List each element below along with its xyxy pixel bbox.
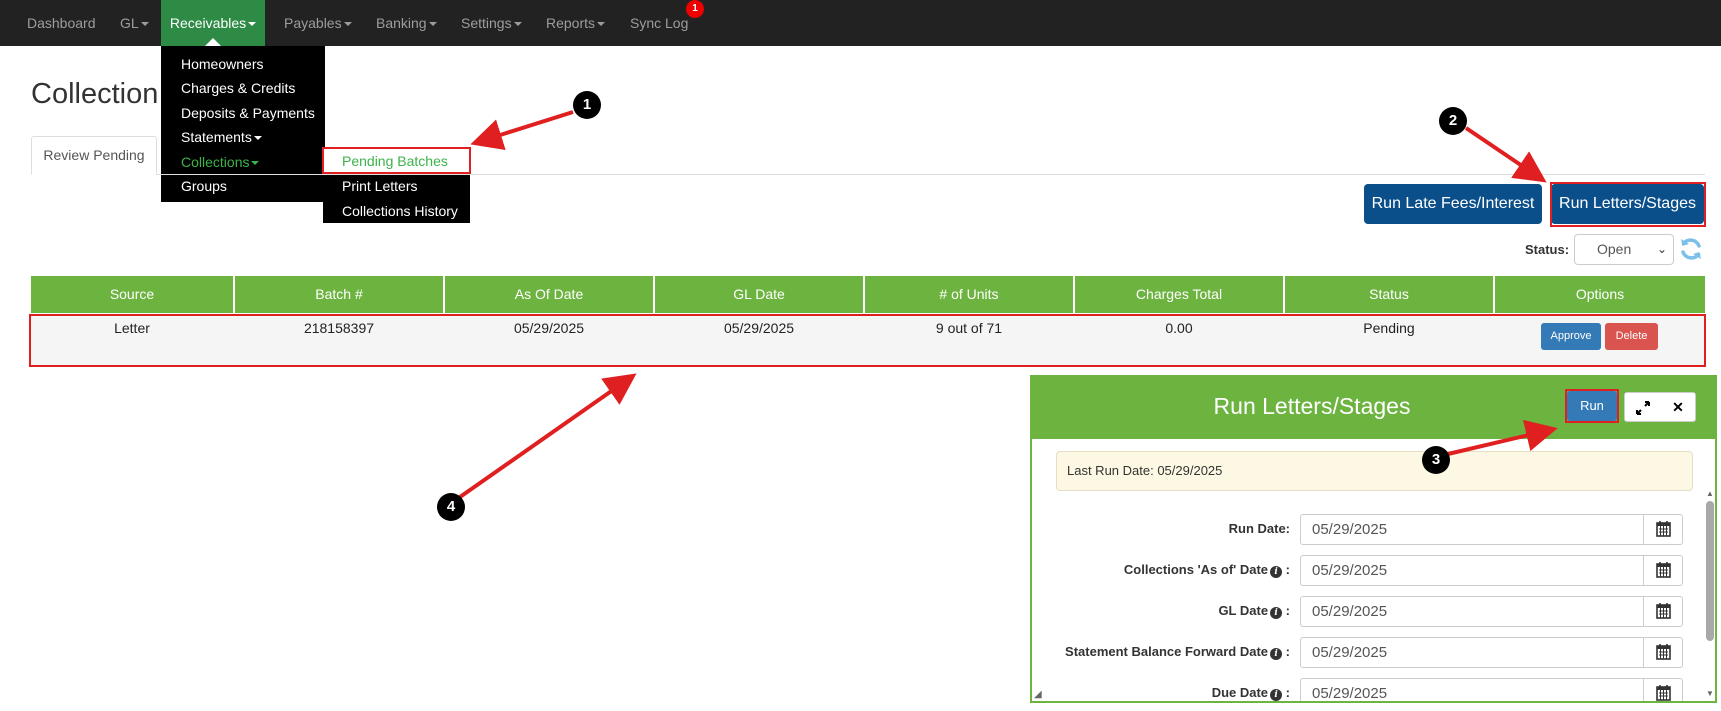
caret-down-icon <box>428 22 437 27</box>
tab-divider <box>31 174 1705 175</box>
label-run-date: Run Date: <box>1228 521 1290 536</box>
status-select[interactable]: Open ⌄ <box>1574 234 1674 265</box>
scroll-down-icon[interactable]: ▼ <box>1706 689 1714 698</box>
highlight-run-button <box>1565 389 1619 423</box>
run-date-input[interactable]: 05/29/2025 <box>1300 514 1644 545</box>
highlight-pending-batches <box>322 147 471 174</box>
nav-reports[interactable]: Reports <box>546 0 606 46</box>
gl-date-input[interactable]: 05/29/2025 <box>1300 596 1644 627</box>
caret-down-icon <box>251 161 260 166</box>
annotation-marker-3: 3 <box>1422 446 1450 474</box>
nav-sync-log[interactable]: Sync Log <box>630 0 688 46</box>
tab-review-pending[interactable]: Review Pending <box>31 136 157 175</box>
col-source[interactable]: Source <box>31 276 233 313</box>
modal-header: Run Letters/Stages Run ✕ <box>1032 377 1715 439</box>
col-units[interactable]: # of Units <box>865 276 1073 313</box>
status-label: Status: <box>1525 242 1570 257</box>
menu-collections[interactable]: Collections <box>181 154 260 170</box>
label-as-of-date: Collections 'As of' Date i : <box>1123 562 1290 578</box>
menu-homeowners[interactable]: Homeowners <box>181 56 263 72</box>
nav-banking[interactable]: Banking <box>376 0 437 46</box>
calendar-icon[interactable] <box>1643 596 1683 627</box>
caret-down-icon <box>253 136 262 141</box>
arrow-4 <box>458 373 637 499</box>
label-due-date: Due Date i : <box>1211 685 1290 701</box>
scroll-up-icon[interactable]: ▲ <box>1706 489 1714 498</box>
col-as-of-date[interactable]: As Of Date <box>445 276 653 313</box>
last-run-alert: Last Run Date: 05/29/2025 <box>1056 451 1693 491</box>
nav-settings[interactable]: Settings <box>461 0 522 46</box>
col-options: Options <box>1495 276 1705 313</box>
caret-down-icon <box>513 22 522 27</box>
as-of-date-input[interactable]: 05/29/2025 <box>1300 555 1644 586</box>
arrow-1 <box>470 110 574 151</box>
page-title: Collection <box>31 78 159 110</box>
scroll-thumb[interactable] <box>1706 501 1714 641</box>
menu-print-letters[interactable]: Print Letters <box>342 178 417 194</box>
refresh-icon[interactable] <box>1677 235 1705 263</box>
statement-balance-forward-date-input[interactable]: 05/29/2025 <box>1300 637 1644 668</box>
close-icon[interactable]: ✕ <box>1660 393 1696 421</box>
run-late-fees-button[interactable]: Run Late Fees/Interest <box>1364 184 1542 224</box>
annotation-marker-1: 1 <box>573 91 601 119</box>
sync-log-badge: 1 <box>686 0 704 18</box>
label-gl-date: GL Date i : <box>1218 603 1290 619</box>
info-icon[interactable]: i <box>1270 566 1283 578</box>
run-letters-modal: Run Letters/Stages Run ✕ Last Run Date: … <box>1030 375 1717 703</box>
menu-groups[interactable]: Groups <box>181 178 227 194</box>
modal-title: Run Letters/Stages <box>1213 393 1411 419</box>
menu-collections-history[interactable]: Collections History <box>342 203 458 219</box>
annotation-marker-4: 4 <box>437 493 465 521</box>
modal-window-controls: ✕ <box>1624 392 1696 422</box>
calendar-icon[interactable] <box>1643 555 1683 586</box>
col-batch[interactable]: Batch # <box>235 276 443 313</box>
info-icon[interactable]: i <box>1270 607 1283 619</box>
annotation-marker-2: 2 <box>1439 107 1467 135</box>
col-gl-date[interactable]: GL Date <box>655 276 863 313</box>
receivables-dropdown: Homeowners Charges & Credits Deposits & … <box>161 46 325 202</box>
due-date-input[interactable]: 05/29/2025 <box>1300 678 1644 701</box>
caret-down-icon <box>343 22 352 27</box>
caret-down-icon <box>248 22 257 27</box>
menu-charges-credits[interactable]: Charges & Credits <box>181 80 295 96</box>
caret-down-icon <box>140 22 149 27</box>
arrow-2 <box>1464 126 1547 183</box>
highlight-run-letters <box>1550 182 1706 227</box>
highlight-batch-row <box>29 314 1706 367</box>
chevron-down-icon: ⌄ <box>1656 242 1667 256</box>
table-header: Source Batch # As Of Date GL Date # of U… <box>31 276 1705 313</box>
active-menu-notch <box>205 38 221 46</box>
resize-grip-icon[interactable]: ◢ <box>1034 689 1042 700</box>
calendar-icon[interactable] <box>1643 678 1683 701</box>
col-charges-total[interactable]: Charges Total <box>1075 276 1283 313</box>
calendar-icon[interactable] <box>1643 514 1683 545</box>
nav-dashboard[interactable]: Dashboard <box>27 0 96 46</box>
menu-statements[interactable]: Statements <box>181 129 262 145</box>
caret-down-icon <box>597 22 606 27</box>
info-icon[interactable]: i <box>1270 689 1283 701</box>
menu-deposits-payments[interactable]: Deposits & Payments <box>181 105 315 121</box>
nav-gl[interactable]: GL <box>120 0 149 46</box>
expand-icon[interactable] <box>1625 393 1661 421</box>
modal-scrollbar[interactable]: ▲ ▼ <box>1705 489 1715 701</box>
label-statement-balance-forward-date: Statement Balance Forward Date i : <box>1065 644 1290 660</box>
col-status[interactable]: Status <box>1285 276 1493 313</box>
info-icon[interactable]: i <box>1270 648 1283 660</box>
calendar-icon[interactable] <box>1643 637 1683 668</box>
nav-payables[interactable]: Payables <box>284 0 352 46</box>
top-navbar: Dashboard GL Receivables Payables Bankin… <box>0 0 1721 46</box>
